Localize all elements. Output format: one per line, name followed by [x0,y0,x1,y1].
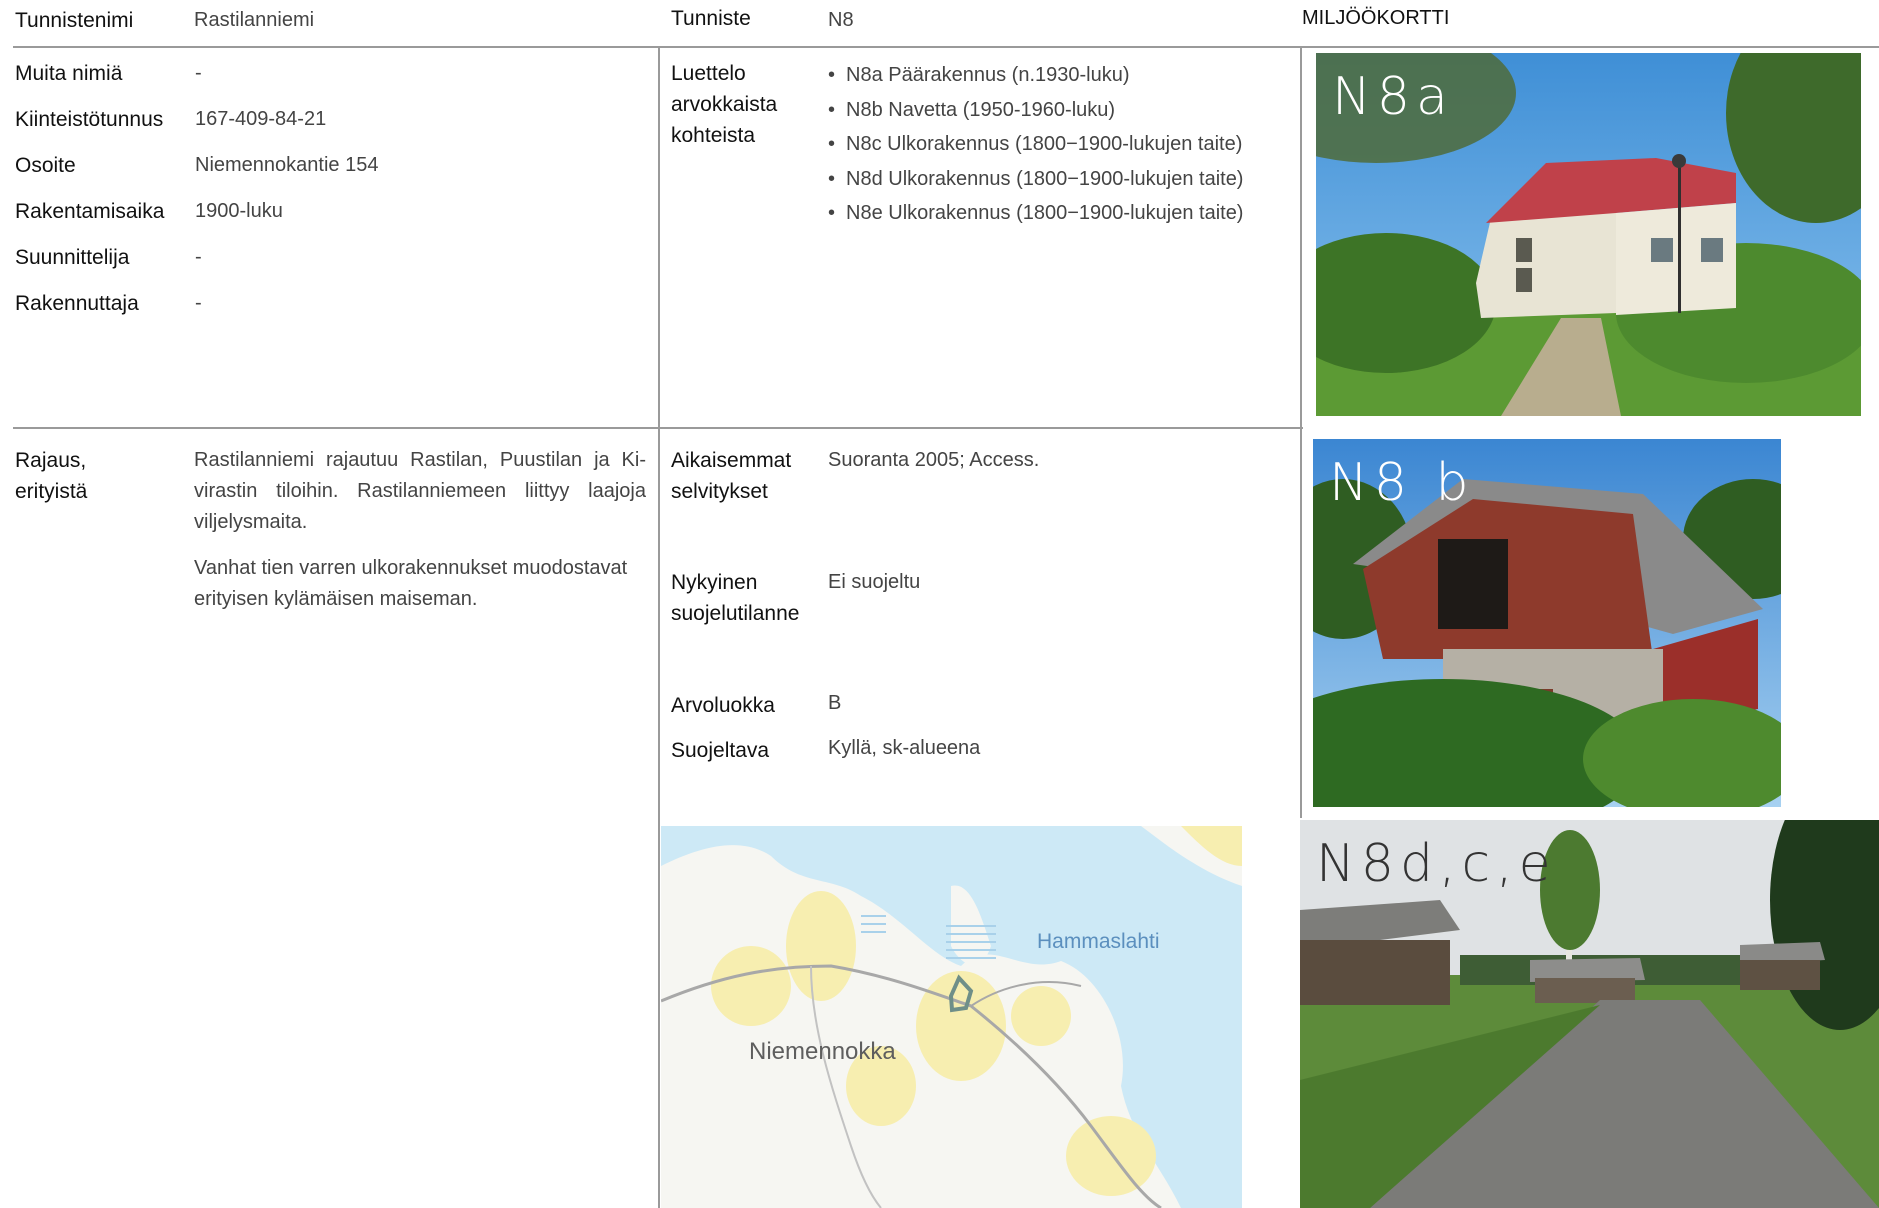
nykyinen-label-line: suojelutilanne [671,602,800,625]
info-row: Rakentamisaika 1900-luku [15,196,378,242]
aikaisemmat-label-line: selvitykset [671,480,768,503]
photo-n8dce: N8d,c,e [1300,820,1879,1208]
info-row: Kiinteistötunnus 167-409-84-21 [15,104,378,150]
tunniste-label: Tunniste [671,7,751,30]
luettelo-label-line: kohteista [671,124,756,147]
nykyinen-value: Ei suojeltu [828,571,921,593]
tunnistenimi-value: Rastilanniemi [194,9,315,31]
info-label: Muita nimiä [15,62,123,85]
info-row: Rakennuttaja - [15,288,378,334]
nykyinen-label: Nykyinen suojelutilanne [671,567,799,629]
luettelo-label-line: Luettelo [671,62,746,85]
info-value: 1900-luku [195,200,283,222]
nykyinen-label-line: Nykyinen [671,571,758,594]
header-divider [13,46,1879,48]
list-item: N8a Päärakennus (n.1930-luku) [828,58,1243,93]
card-title: MILJÖÖKORTTI [1302,7,1450,29]
info-value: - [195,292,202,314]
photo-n8a: N8a [1316,53,1861,416]
arvoluokka-value: B [828,692,842,714]
info-label: Rakentamisaika [15,200,165,223]
valuable-items-list: N8a Päärakennus (n.1930-luku) N8b Navett… [828,58,1243,231]
info-row: Suunnittelija - [15,242,378,288]
map-place-niemennokka: Niemennokka [749,1038,896,1065]
rajaus-paragraph-1: Rastilanniemi rajautuu Rastilan, Puustil… [194,449,646,533]
map-place-hammaslahti: Hammaslahti [1037,930,1160,953]
arvoluokka-label: Arvoluokka [671,694,775,717]
photo-n8a-label: N8a [1332,67,1454,127]
info-value: - [195,246,202,268]
info-value: Niemennokantie 154 [195,154,379,176]
photo-n8b-label: N8 b [1329,453,1475,513]
tunnistenimi-label: Tunnistenimi [15,9,134,32]
info-row: Osoite Niemennokantie 154 [15,150,378,196]
map-image [661,826,1242,1208]
aikaisemmat-label: Aikaisemmat selvitykset [671,445,791,507]
photo-n8dce-label: N8d,c,e [1316,834,1557,894]
tunniste-value: N8 [828,9,854,31]
location-map: Niemennokka Hammaslahti [661,826,1242,1208]
info-label: Rakennuttaja [15,292,139,315]
aikaisemmat-value: Suoranta 2005; Access. [828,449,1040,471]
info-value: - [195,62,202,84]
info-value: 167-409-84-21 [195,108,327,130]
photo-n8b: N8 b [1313,439,1781,807]
rajaus-paragraph-2: Vanhat tien varren ulkorakennukset muodo… [194,557,628,610]
suojeltava-label: Suojeltava [671,739,770,762]
info-label: Suunnittelija [15,246,130,269]
info-label: Kiinteistötunnus [15,108,164,131]
list-item: N8c Ulkorakennus (1800−1900-lukujen tait… [828,127,1243,162]
info-label: Osoite [15,154,76,177]
list-item: N8e Ulkorakennus (1800−1900-lukujen tait… [828,196,1243,231]
luettelo-label: Luettelo arvokkaista kohteista [671,58,777,151]
list-item: N8d Ulkorakennus (1800−1900-lukujen tait… [828,162,1243,197]
luettelo-label-line: arvokkaista [671,93,778,116]
suojeltava-value: Kyllä, sk-alueena [828,737,981,759]
rajaus-label-line: erityistä [15,480,88,503]
column-divider-left [658,46,660,1208]
info-list: Muita nimiä - Kiinteistötunnus 167-409-8… [15,58,378,334]
list-item: N8b Navetta (1950-1960-luku) [828,93,1243,128]
rajaus-label-line: Rajaus, [15,449,87,472]
info-row: Muita nimiä - [15,58,378,104]
aikaisemmat-label-line: Aikaisemmat [671,449,792,472]
column-divider-right [1300,46,1302,818]
rajaus-label: Rajaus, erityistä [15,445,87,507]
